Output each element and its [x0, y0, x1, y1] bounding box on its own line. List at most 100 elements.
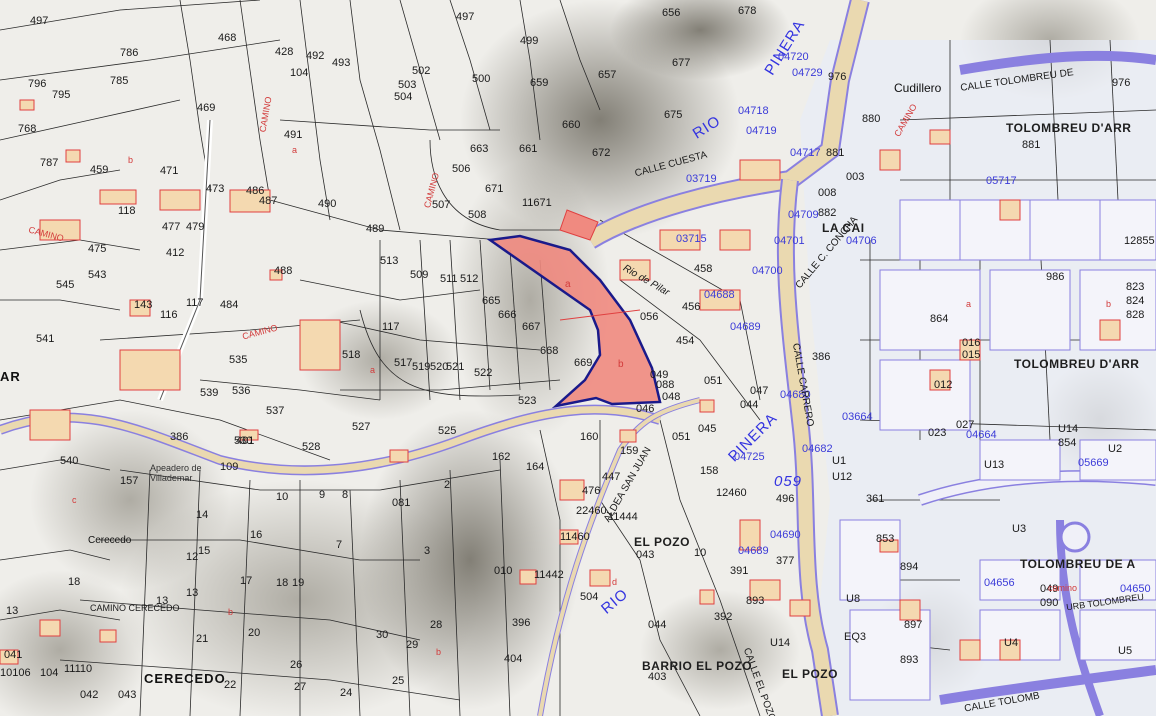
parcel-label: 504: [580, 591, 599, 603]
subparcel-letter: a: [292, 145, 298, 155]
parcel-label: 665: [482, 295, 501, 307]
parcel-label: 541: [36, 333, 55, 345]
parcel-label: 30: [376, 629, 389, 641]
blue-ref-label: 04689: [738, 545, 769, 557]
parcel-label: 545: [56, 279, 75, 291]
parcel-label: 12460: [716, 487, 747, 499]
parcel-label: 11442: [534, 569, 564, 581]
subparcel-letter: b: [128, 155, 134, 165]
parcel-label: 386: [812, 351, 831, 363]
parcel-label: 047: [750, 385, 769, 397]
parcel-label: 976: [828, 71, 847, 83]
parcel-label: 469: [197, 102, 216, 114]
parcel-label: U13: [984, 459, 1005, 471]
parcel-label: 786: [120, 47, 139, 59]
parcel-label: U1: [832, 455, 847, 467]
road-label-camino-small: camino: [1048, 583, 1078, 593]
parcel-label: 768: [18, 123, 37, 135]
parcel-label: U14: [770, 637, 791, 649]
parcel-label: 403: [648, 671, 667, 683]
parcel-label: 882: [818, 207, 837, 219]
parcel-label: 22460: [576, 505, 607, 517]
parcel-label: 12: [186, 551, 199, 563]
parcel-label: 659: [530, 77, 549, 89]
parcel-label: 496: [776, 493, 795, 505]
parcel-label: 043: [118, 689, 137, 701]
parcel-label: 016: [962, 337, 981, 349]
parcel-label: 159: [620, 445, 639, 457]
parcel-label: U14: [1058, 423, 1079, 435]
parcel-label: 678: [738, 5, 757, 17]
parcel-label: 507: [432, 199, 451, 211]
parcel-label: 506: [452, 163, 471, 175]
place-name-cerecedo-small: Cerecedo: [88, 535, 132, 546]
parcel-label: 116: [160, 309, 178, 321]
parcel-label: 543: [88, 269, 107, 281]
parcel-label: 396: [512, 617, 531, 629]
parcel-label: 492: [306, 50, 325, 62]
blue-ref-label: 04701: [774, 235, 805, 247]
parcel-label: 528: [302, 441, 321, 453]
subparcel-letter: a: [966, 299, 972, 309]
parcel-label: 787: [40, 157, 59, 169]
street-label-camino-cerecedo: CAMINO CERECEDO: [90, 603, 180, 613]
parcel-label: 010: [494, 565, 513, 577]
parcel-label: 9: [319, 489, 326, 501]
parcel-label: 11671: [522, 197, 552, 209]
parcel-label: 671: [485, 183, 504, 195]
blue-ref-label: 04688: [704, 289, 735, 301]
parcel-label: 11110: [64, 663, 93, 675]
parcel-label: 511: [440, 273, 458, 285]
parcel-label: U3: [1012, 523, 1027, 535]
parcel-label: U12: [832, 471, 853, 483]
parcel-label: 499: [520, 35, 539, 47]
blue-ref-label: 04706: [846, 235, 877, 247]
blue-ref-label: 04682: [802, 443, 833, 455]
place-name-barrio-el-pozo: BARRIO EL POZO: [642, 659, 753, 673]
parcel-label: 24: [340, 687, 353, 699]
parcel-label: 088: [656, 379, 675, 391]
place-name-ar: AR: [0, 369, 21, 384]
parcel-label: 535: [229, 354, 248, 366]
place-name-tolombreu-arr: TOLOMBREU D'ARR: [1006, 121, 1132, 135]
parcel-label: 11460: [560, 531, 590, 543]
cadastral-map[interactable]: 497 497 499 656 678 468 428 492 493 502 …: [0, 0, 1156, 716]
parcel-label: 677: [672, 57, 691, 69]
parcel-label: 051: [704, 375, 723, 387]
parcel-label: 118: [118, 205, 136, 217]
subparcel-letter: c: [72, 495, 77, 505]
parcel-label: 497: [456, 11, 475, 23]
parcel-label: 497: [30, 15, 49, 27]
parcel-label: 412: [166, 247, 185, 259]
parcel-label: 823: [1126, 281, 1145, 293]
parcel-label: 2: [444, 479, 451, 491]
parcel-label: 502: [412, 65, 431, 77]
parcel-label: 489: [366, 223, 385, 235]
parcel-label: 10: [276, 491, 289, 503]
parcel-label: 13: [186, 587, 199, 599]
parcel-label: 500: [472, 73, 491, 85]
parcel-label: 10: [694, 547, 707, 559]
parcel-label: 392: [714, 611, 733, 623]
parcel-label: 853: [876, 533, 895, 545]
parcel-label: 458: [694, 263, 713, 275]
parcel-label: 539: [200, 387, 219, 399]
parcel-label: 487: [259, 195, 278, 207]
parcel-label: U5: [1118, 645, 1133, 657]
parcel-label: 656: [662, 7, 681, 19]
parcel-label: EQ3: [844, 631, 867, 643]
parcel-label: 828: [1126, 309, 1145, 321]
parcel-label: 527: [352, 421, 371, 433]
selected-parcel-label: b: [618, 359, 624, 370]
parcel-label: 391: [730, 565, 749, 577]
parcel-label: 117: [382, 321, 400, 333]
parcel-label: 042: [80, 689, 99, 701]
selected-parcel-label: a: [565, 279, 571, 290]
parcel-label: 15: [198, 545, 211, 557]
parcel-label: 27: [294, 681, 307, 693]
place-name-villademar: Villademar: [150, 473, 193, 483]
parcel-label: 18: [276, 577, 289, 589]
parcel-label: 894: [900, 561, 919, 573]
parcel-label: 540: [60, 455, 79, 467]
blue-ref-label: 05669: [1078, 457, 1109, 469]
